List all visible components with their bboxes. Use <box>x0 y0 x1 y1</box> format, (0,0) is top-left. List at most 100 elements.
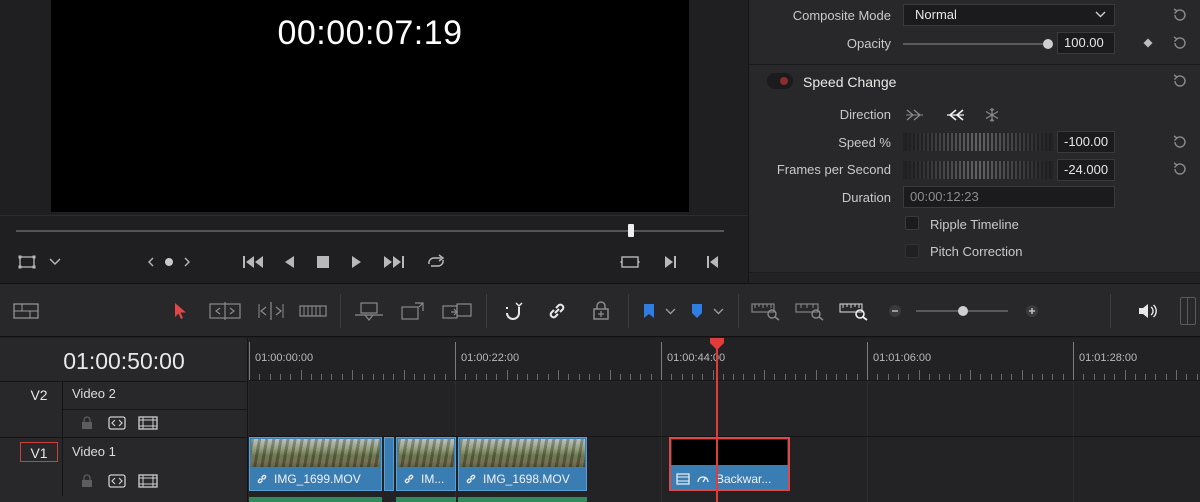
reset-icon[interactable] <box>1172 35 1188 51</box>
go-to-end-icon[interactable] <box>382 252 406 272</box>
audio-clip-strip[interactable] <box>458 497 587 502</box>
ruler-tick <box>1021 370 1023 380</box>
ruler-tick <box>897 374 899 380</box>
linked-selection-icon[interactable] <box>543 299 571 323</box>
play-icon[interactable] <box>349 252 365 272</box>
clip-short[interactable] <box>384 437 394 491</box>
track-name-v2[interactable]: Video 2 <box>72 386 116 401</box>
zoom-out-icon[interactable] <box>886 299 904 323</box>
jog-control[interactable] <box>142 252 196 272</box>
audio-clip-strip[interactable] <box>396 497 456 502</box>
ruler-tick <box>321 374 323 380</box>
timeline-view-icon[interactable] <box>12 299 40 323</box>
timeline-timecode[interactable]: 01:00:50:00 <box>0 348 248 375</box>
clip-backwards[interactable]: Backwar... <box>669 437 790 491</box>
track-id-v2[interactable]: V2 <box>20 385 58 405</box>
speed-ribbon-slider[interactable] <box>903 133 1053 151</box>
scrubber-handle[interactable] <box>627 224 634 237</box>
reset-icon[interactable] <box>1172 73 1188 89</box>
grid-line <box>867 382 868 502</box>
ruler-tick <box>249 342 250 380</box>
freeze-frame-icon[interactable] <box>984 107 1000 123</box>
snapping-icon[interactable] <box>500 299 526 323</box>
chevron-down-icon[interactable] <box>46 252 64 272</box>
replace-clip-icon[interactable] <box>440 299 474 323</box>
play-reverse-icon[interactable] <box>281 252 297 272</box>
insert-clip-icon[interactable] <box>352 299 386 323</box>
reverse-direction-icon[interactable] <box>945 108 965 122</box>
fps-ribbon-slider[interactable] <box>903 161 1053 179</box>
track-name-v1[interactable]: Video 1 <box>72 444 116 459</box>
go-to-start-icon[interactable] <box>241 252 265 272</box>
auto-select-icon[interactable] <box>107 415 127 431</box>
composite-mode-value: Normal <box>915 7 957 22</box>
auto-select-icon[interactable] <box>107 473 127 489</box>
zoom-slider-knob[interactable] <box>958 306 968 316</box>
keyframe-diamond-icon[interactable] <box>1143 38 1153 48</box>
track-enable-icon[interactable] <box>137 415 159 431</box>
clip-img-1698[interactable]: IMG_1698.MOV <box>458 437 587 491</box>
scrubber-track[interactable] <box>16 230 724 232</box>
position-lock-icon[interactable] <box>588 299 614 323</box>
ruler-tick <box>640 374 642 380</box>
forward-direction-icon[interactable] <box>905 108 925 122</box>
match-frame-icon[interactable] <box>618 252 642 272</box>
opacity-field[interactable]: 100.00 <box>1057 32 1115 54</box>
flag-icon[interactable] <box>640 299 658 323</box>
dynamic-trim-icon[interactable] <box>254 299 288 323</box>
link-icon <box>404 474 414 484</box>
ruler-tick <box>393 374 395 380</box>
loop-icon[interactable] <box>424 252 448 272</box>
video-preview[interactable]: 00:00:07:19 <box>51 0 689 212</box>
ruler-tick <box>382 374 384 380</box>
reset-icon[interactable] <box>1172 134 1188 150</box>
ripple-timeline-checkbox[interactable] <box>905 216 919 230</box>
clip-img-1699[interactable]: IMG_1699.MOV <box>249 437 382 491</box>
audio-volume-icon[interactable] <box>1136 299 1160 323</box>
reset-icon[interactable] <box>1172 161 1188 177</box>
ripple-timeline-label: Ripple Timeline <box>930 217 1019 232</box>
link-icon <box>257 474 267 484</box>
reset-icon[interactable] <box>1172 7 1188 23</box>
next-edit-icon[interactable] <box>662 252 680 272</box>
tracks-area[interactable]: IMG_1699.MOV IM... IMG_1698.MOV Backwar.… <box>249 382 1200 502</box>
duration-field[interactable]: 00:00:12:23 <box>903 186 1115 208</box>
playhead[interactable] <box>716 338 718 502</box>
speed-change-toggle[interactable] <box>767 73 793 89</box>
pitch-correction-checkbox[interactable] <box>905 244 919 258</box>
trim-edit-icon[interactable] <box>208 299 242 323</box>
speed-field[interactable]: -100.00 <box>1057 131 1115 153</box>
chevron-down-icon[interactable] <box>662 299 678 323</box>
track-id-v1[interactable]: V1 <box>20 442 58 462</box>
ruler-tick <box>805 374 807 380</box>
ruler-tick <box>753 374 755 380</box>
composite-mode-label: Composite Mode <box>792 8 891 23</box>
ruler-label: 01:01:06:00 <box>873 352 932 364</box>
zoom-custom-icon[interactable] <box>838 299 870 323</box>
previous-edit-icon[interactable] <box>703 252 721 272</box>
opacity-slider-knob[interactable] <box>1043 39 1053 49</box>
composite-mode-select[interactable]: Normal <box>903 4 1115 26</box>
track-lock-icon[interactable] <box>80 415 94 431</box>
fps-field[interactable]: -24.000 <box>1057 159 1115 181</box>
zoom-in-icon[interactable] <box>1023 299 1041 323</box>
ruler-tick <box>527 374 529 380</box>
selection-arrow-icon[interactable] <box>170 299 192 323</box>
zoom-full-icon[interactable] <box>750 299 782 323</box>
audio-meter[interactable] <box>1180 297 1196 325</box>
ruler-tick <box>702 374 704 380</box>
audio-clip-strip[interactable] <box>249 497 382 502</box>
chevron-down-icon[interactable] <box>710 299 726 323</box>
viewer-mode-icon[interactable] <box>16 252 38 272</box>
ruler-tick <box>1176 370 1177 380</box>
clip-im[interactable]: IM... <box>396 437 456 491</box>
track-lock-icon[interactable] <box>80 473 94 489</box>
opacity-slider[interactable] <box>903 43 1049 45</box>
overwrite-clip-icon[interactable] <box>398 299 428 323</box>
blade-icon[interactable] <box>298 299 328 323</box>
playhead-handle-icon[interactable] <box>709 338 725 350</box>
stop-icon[interactable] <box>315 252 331 272</box>
track-enable-icon[interactable] <box>137 473 159 489</box>
zoom-detail-icon[interactable] <box>794 299 826 323</box>
marker-icon[interactable] <box>688 299 706 323</box>
